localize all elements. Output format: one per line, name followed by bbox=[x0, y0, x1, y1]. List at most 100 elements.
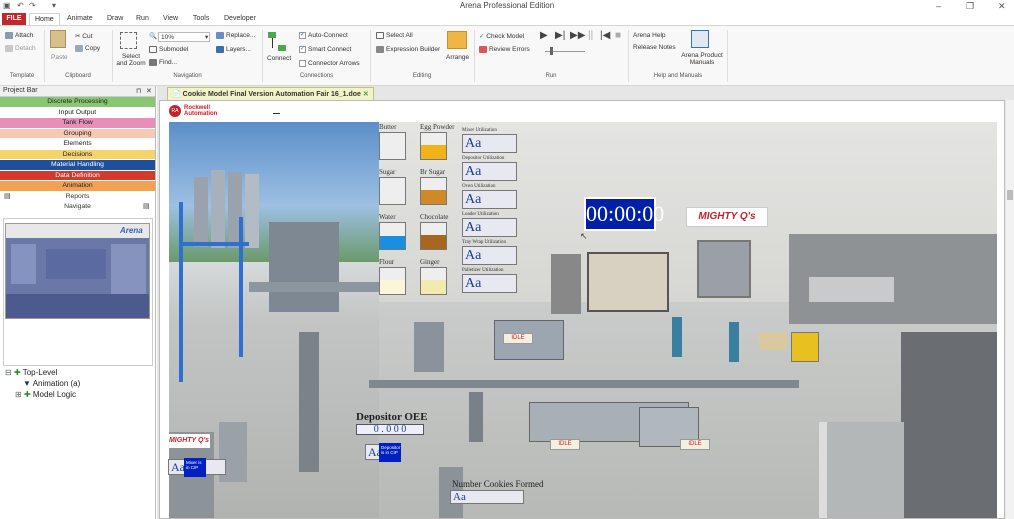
pause-icon[interactable]: || bbox=[588, 30, 593, 41]
select-all-button[interactable]: Select All bbox=[376, 32, 413, 39]
layers-button[interactable]: Layers... bbox=[216, 46, 251, 53]
document-area: 📄 Cookie Model Final Version Automation … bbox=[157, 86, 1014, 519]
connect-icon[interactable] bbox=[268, 32, 286, 52]
tab-file[interactable]: FILE bbox=[2, 13, 26, 25]
fast-forward-icon[interactable]: ▶▶ bbox=[570, 30, 585, 41]
close-tab-icon[interactable]: ✕ bbox=[363, 91, 369, 98]
depositor-oee-value: 0 . 0 0 0 bbox=[356, 424, 424, 435]
conveyor-vertical bbox=[469, 392, 483, 442]
tab-developer[interactable]: Developer bbox=[219, 13, 261, 25]
submodel-button[interactable]: Submodel bbox=[149, 46, 188, 53]
tree-item-model-logic[interactable]: ⊞ ✚ Model Logic bbox=[5, 390, 80, 401]
tree-item-animation[interactable]: ▼ Animation (a) bbox=[5, 379, 80, 390]
tab-animate[interactable]: Animate bbox=[62, 13, 98, 25]
manuals-icon[interactable] bbox=[691, 30, 709, 48]
step-icon[interactable]: ▶| bbox=[555, 30, 565, 41]
panel-elements[interactable]: Elements bbox=[0, 139, 155, 150]
navigate-options-icon[interactable]: ▤ bbox=[143, 202, 149, 212]
expand-icon[interactable]: ⊞ bbox=[15, 390, 22, 399]
project-bar: Project Bar ⊓ ✕ Discrete Processing Input… bbox=[0, 86, 156, 519]
arena-help-button[interactable]: Arena Help bbox=[633, 32, 666, 39]
minimize-button[interactable]: – bbox=[936, 1, 941, 11]
redo-icon[interactable]: ↷ bbox=[29, 1, 36, 10]
connect-button[interactable]: Connect bbox=[267, 55, 291, 62]
ingredient-level-bin bbox=[379, 267, 406, 295]
idle-status-oven: IDLE bbox=[550, 439, 580, 450]
review-errors-button[interactable]: Review Errors bbox=[479, 46, 530, 53]
select-zoom-button[interactable]: Select and Zoom bbox=[116, 53, 146, 67]
project-bar-header: Project Bar ⊓ ✕ bbox=[0, 86, 155, 97]
panel-grouping[interactable]: Grouping bbox=[0, 128, 155, 139]
navigate-panel[interactable]: Navigate ▤ bbox=[0, 202, 155, 213]
undo-icon[interactable]: ↶ bbox=[17, 1, 24, 10]
zoom-combo[interactable]: 10% bbox=[158, 32, 210, 42]
tree-item-top-level[interactable]: ⊟ ✚ Top-Level bbox=[5, 368, 80, 379]
copy-button[interactable]: Copy bbox=[75, 45, 100, 52]
close-button[interactable]: ✕ bbox=[998, 1, 1006, 12]
panel-animation[interactable]: Animation bbox=[0, 181, 155, 192]
speed-slider-thumb[interactable] bbox=[550, 47, 553, 55]
close-icon[interactable]: ✕ bbox=[146, 87, 152, 95]
project-bar-title: Project Bar bbox=[3, 87, 38, 94]
paste-button[interactable]: Paste bbox=[51, 54, 68, 61]
tab-draw[interactable]: Draw bbox=[102, 13, 128, 25]
auto-connect-checkbox[interactable]: ✓ Auto-Connect bbox=[299, 32, 348, 39]
model-thumbnail[interactable]: Arena bbox=[5, 223, 150, 319]
smart-connect-label: Smart Connect bbox=[308, 46, 352, 54]
attach-button[interactable]: Attach bbox=[5, 32, 33, 39]
reports-panel[interactable]: ▤ Reports bbox=[0, 192, 155, 203]
arrange-icon[interactable] bbox=[447, 31, 467, 49]
collapse-icon[interactable]: ⊟ bbox=[5, 368, 12, 377]
divider bbox=[112, 30, 113, 82]
expression-builder-button[interactable]: Expression Builder bbox=[376, 46, 440, 53]
chevron-down-icon[interactable]: ▾ bbox=[205, 33, 208, 41]
save-icon[interactable]: ▣ bbox=[3, 1, 11, 10]
panel-tank-flow[interactable]: Tank Flow bbox=[0, 118, 155, 129]
document-tab[interactable]: 📄 Cookie Model Final Version Automation … bbox=[167, 87, 374, 100]
utilization-label: Oven Utilization bbox=[462, 184, 496, 189]
replace-button[interactable]: Replace... bbox=[216, 32, 255, 39]
blue-frame bbox=[179, 242, 249, 246]
start-over-icon[interactable]: |◀ bbox=[600, 30, 610, 41]
check-model-button[interactable]: ✓ Check Model bbox=[479, 32, 524, 40]
silo bbox=[245, 174, 259, 248]
panel-decisions[interactable]: Decisions bbox=[0, 149, 155, 160]
divider bbox=[628, 30, 629, 82]
mezzanine bbox=[249, 282, 379, 292]
tab-home[interactable]: Home bbox=[29, 13, 60, 25]
pin-icon[interactable]: ⊓ bbox=[136, 87, 141, 95]
replace-icon bbox=[216, 32, 224, 39]
customize-qat-icon[interactable]: ▾ bbox=[52, 1, 56, 10]
vertical-scrollbar[interactable] bbox=[1006, 100, 1014, 519]
scrollbar-thumb[interactable] bbox=[1007, 190, 1013, 200]
smart-connect-checkbox[interactable]: ✓ Smart Connect bbox=[299, 46, 351, 53]
thumb-block bbox=[46, 249, 106, 279]
stop-icon[interactable]: ■ bbox=[615, 30, 621, 41]
panel-input-output[interactable]: Input Output bbox=[0, 107, 155, 118]
tab-run[interactable]: Run bbox=[131, 13, 154, 25]
pallet bbox=[759, 332, 787, 350]
ingredient-level-bin bbox=[420, 222, 447, 250]
ingredient-level-fill bbox=[421, 279, 446, 294]
model-canvas[interactable]: RA Rockwell Automation Butter Egg Powder… bbox=[159, 100, 1005, 519]
arrange-button[interactable]: Arrange bbox=[446, 54, 469, 61]
connector-arrows-checkbox[interactable]: Connector Arrows bbox=[299, 60, 360, 67]
panel-data-definition[interactable]: Data Definition bbox=[0, 170, 155, 181]
window-panel bbox=[809, 277, 894, 302]
find-button[interactable]: Find... bbox=[149, 59, 177, 66]
restore-button[interactable]: ❐ bbox=[966, 1, 974, 12]
simulation-clock[interactable]: 00:00:00 bbox=[584, 197, 664, 231]
cut-button[interactable]: ✂ Cut bbox=[75, 32, 92, 40]
select-zoom-icon[interactable] bbox=[120, 32, 137, 49]
panel-material-handling[interactable]: Material Handling bbox=[0, 160, 155, 171]
copy-icon bbox=[75, 45, 83, 52]
release-notes-button[interactable]: Release Notes bbox=[633, 44, 676, 51]
tab-view[interactable]: View bbox=[158, 13, 183, 25]
right-wall bbox=[901, 332, 997, 518]
paste-icon[interactable] bbox=[50, 30, 66, 48]
product-manuals-button[interactable]: Arena Product Manuals bbox=[680, 52, 724, 66]
panel-discrete-processing[interactable]: Discrete Processing bbox=[0, 97, 155, 108]
play-icon[interactable]: ▶ bbox=[540, 30, 548, 41]
detach-button[interactable]: Detach bbox=[5, 45, 36, 52]
tab-tools[interactable]: Tools bbox=[188, 13, 214, 25]
